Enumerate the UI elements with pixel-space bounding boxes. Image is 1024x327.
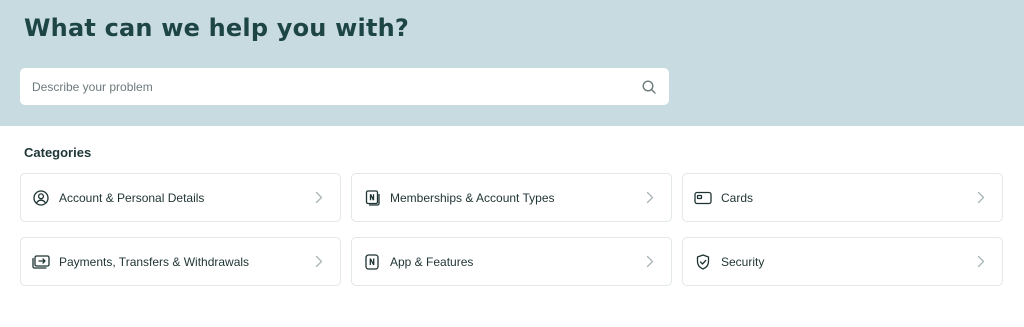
category-account-personal-details[interactable]: Account & Personal Details <box>20 173 341 222</box>
search-input[interactable] <box>20 68 629 105</box>
category-label: Account & Personal Details <box>59 190 205 205</box>
category-app-features[interactable]: App & Features <box>351 237 672 286</box>
transfer-icon <box>32 253 50 271</box>
membership-card-icon <box>363 189 381 207</box>
chevron-right-icon <box>643 191 657 205</box>
page-title: What can we help you with? <box>24 14 410 42</box>
category-memberships-account-types[interactable]: Memberships & Account Types <box>351 173 672 222</box>
category-label: Payments, Transfers & Withdrawals <box>59 254 250 269</box>
chevron-right-icon <box>974 191 988 205</box>
hero-banner: What can we help you with? <box>0 0 1024 126</box>
phone-app-icon <box>363 253 381 271</box>
category-label: Memberships & Account Types <box>390 190 555 205</box>
card-icon <box>694 189 712 207</box>
search-icon[interactable] <box>629 68 669 105</box>
shield-icon <box>694 253 712 271</box>
category-security[interactable]: Security <box>682 237 1003 286</box>
category-label: Cards <box>721 190 754 205</box>
category-payments-transfers-withdrawals[interactable]: Payments, Transfers & Withdrawals <box>20 237 341 286</box>
chevron-right-icon <box>312 255 326 269</box>
categories-heading: Categories <box>24 145 92 160</box>
category-cards[interactable]: Cards <box>682 173 1003 222</box>
user-circle-icon <box>32 189 50 207</box>
chevron-right-icon <box>643 255 657 269</box>
chevron-right-icon <box>312 191 326 205</box>
category-label: Security <box>721 254 765 269</box>
search-box <box>20 68 669 105</box>
category-label: App & Features <box>390 254 474 269</box>
chevron-right-icon <box>974 255 988 269</box>
